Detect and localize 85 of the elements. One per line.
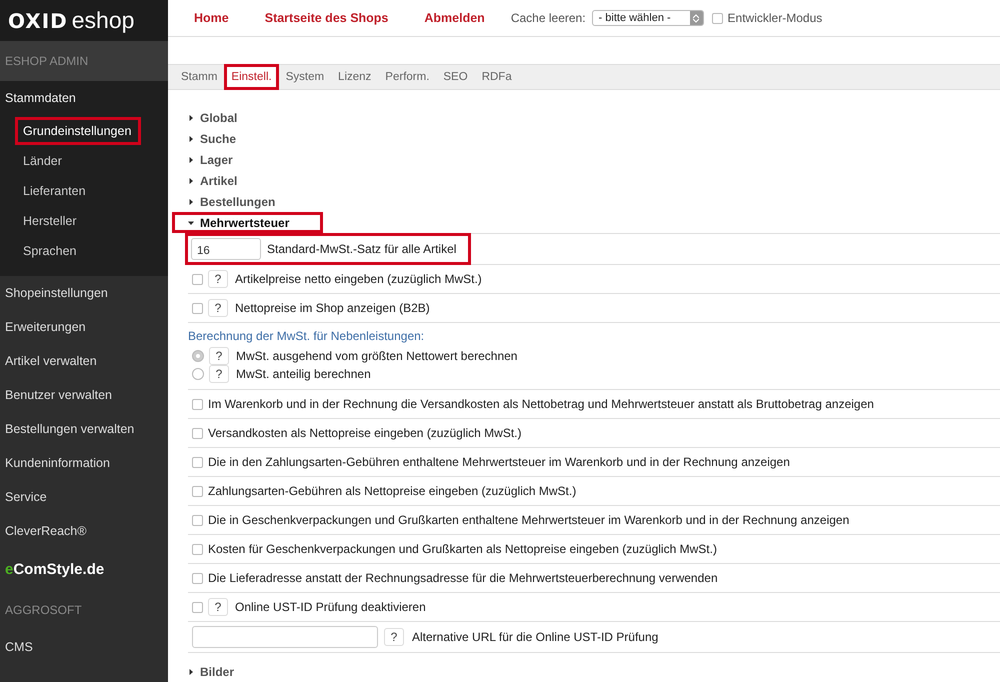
brand-accent: e [5,560,14,578]
checkbox[interactable] [192,572,203,584]
help-button[interactable]: ? [208,598,228,616]
section-toggle[interactable]: Global [188,107,268,128]
radio-button[interactable] [192,368,204,380]
checkbox[interactable] [192,456,203,468]
sidebar-item[interactable]: Artikel verwalten [0,344,168,378]
section-toggle[interactable]: Lager [188,149,263,170]
setting-label: Die in Geschenkverpackungen und Grußkarten enthaltene Mehrwertsteuer im Warenkorb und in der Rechnung anzeigen [208,513,850,527]
group-heading: Berechnung der MwSt. für Nebenleistungen: [188,328,426,345]
section-toggle[interactable]: Bestellungen [188,191,306,212]
help-button[interactable]: ? [209,365,229,383]
nav-link[interactable]: Home [194,11,229,26]
tab[interactable]: Perform. [378,64,436,89]
brand-link[interactable]: ComStyle.de [13,560,104,578]
help-button[interactable]: ? [384,628,404,646]
setting-label: Die Lieferadresse anstatt der Rechnungsadresse für die Mehrwertsteuerberechnung verwenden [208,571,718,585]
sidebar-item[interactable]: Bestellungen verwalten [0,412,168,446]
checkbox[interactable] [712,12,723,24]
sidebar-item[interactable]: Service [0,480,168,514]
checkbox[interactable] [192,544,203,554]
tab[interactable]: System [278,64,332,89]
tab[interactable]: SEO [436,64,475,89]
checkbox[interactable] [192,428,203,438]
setting-label: Kosten für Geschenkverpackungen und Grußkarten als Nettopreise eingeben (zuzüglich MwSt.) [208,542,717,556]
stepper-icon [693,14,700,23]
setting-label: MwSt. anteilig berechnen [236,367,371,381]
logo-text: eshop [72,7,134,34]
caret-right-icon [188,156,194,162]
setting-label: Im Warenkorb und in der Rechnung die Versandkosten als Nettobetrag und Mehrwertsteuer anstatt als Bruttobetrag anzeigen [208,397,874,411]
caret-right-icon [188,198,194,204]
tab[interactable]: Stamm [174,64,224,89]
input-field[interactable] [192,626,378,648]
sidebar-item[interactable]: CMS [0,630,168,664]
section-toggle[interactable]: Artikel [188,170,268,191]
field-label: Cache leeren: [510,11,586,26]
setting-label: Zahlungsarten-Gebühren als Nettopreise eingeben (zuzüglich MwSt.) [208,484,576,498]
checkbox[interactable] [192,514,203,526]
setting-label: Versandkosten als Nettopreise eingeben (zuzüglich MwSt.) [208,426,522,440]
setting-label: Artikelpreise netto eingeben (zuzüglich MwSt.) [235,272,482,286]
tab[interactable]: Einstell. [224,64,279,90]
sidebar-item[interactable]: Erweiterungen [0,310,168,344]
section-header: AGGROSOFT [4,602,83,619]
sidebar-item[interactable]: Lieferanten [15,177,96,205]
caret-right-icon [188,136,194,142]
setting-label: MwSt. ausgehend vom größten Nettowert berechnen [236,349,518,363]
input-field[interactable]: 16 [191,238,261,260]
nav-link[interactable]: Startseite des Shops [264,11,388,26]
tab[interactable]: Lizenz [331,64,378,89]
setting-label: Die in den Zahlungsarten-Gebühren enthaltene Mehrwertsteuer im Warenkorb und in der Rechnung anzeigen [208,455,790,469]
sidebar-item[interactable]: Shopeinstellungen [0,276,168,310]
section-header: ESHOP ADMIN [0,41,168,81]
checkbox[interactable] [192,398,203,410]
setting-label: Nettopreise im Shop anzeigen (B2B) [235,301,430,315]
checkbox[interactable] [192,602,203,612]
checkbox[interactable] [192,274,203,284]
menu-group[interactable]: Stammdaten [0,81,168,115]
caret-down-icon [188,220,194,226]
section-toggle[interactable]: Suche [188,128,266,149]
sidebar-item[interactable]: Kundeninformation [0,446,168,480]
setting-label: Standard-MwSt.-Satz für alle Artikel [267,242,456,256]
sidebar-item[interactable]: Länder [15,147,72,175]
sidebar-item[interactable]: Sprachen [15,237,87,265]
cache-select[interactable]: - bitte wählen - [592,10,704,26]
setting-label: Online UST-ID Prüfung deaktivieren [235,600,426,614]
help-button[interactable]: ? [208,299,228,317]
caret-right-icon [188,668,194,674]
help-button[interactable]: ? [208,270,228,288]
caret-right-icon [188,178,194,184]
sidebar-item[interactable]: CleverReach® [0,514,168,548]
nav-link[interactable]: Abmelden [424,11,485,26]
checkbox-label: Entwickler-Modus [728,11,822,26]
sidebar-item[interactable]: Benutzer verwalten [0,378,168,412]
sidebar-item[interactable]: Grundeinstellungen [15,117,142,145]
tab[interactable]: RDFa [474,64,519,89]
caret-right-icon [188,114,194,120]
logo-mark: OXID [8,8,68,32]
setting-label: Alternative URL für die Online UST-ID Prüfung [412,630,658,644]
section-toggle[interactable]: Bilder [188,661,264,682]
section-toggle[interactable]: Mehrwertsteuer [172,212,324,233]
checkbox[interactable] [192,486,203,496]
checkbox[interactable] [192,302,203,314]
sidebar-item[interactable]: Hersteller [15,207,86,235]
radio-button[interactable] [192,350,204,362]
help-button[interactable]: ? [209,347,229,365]
